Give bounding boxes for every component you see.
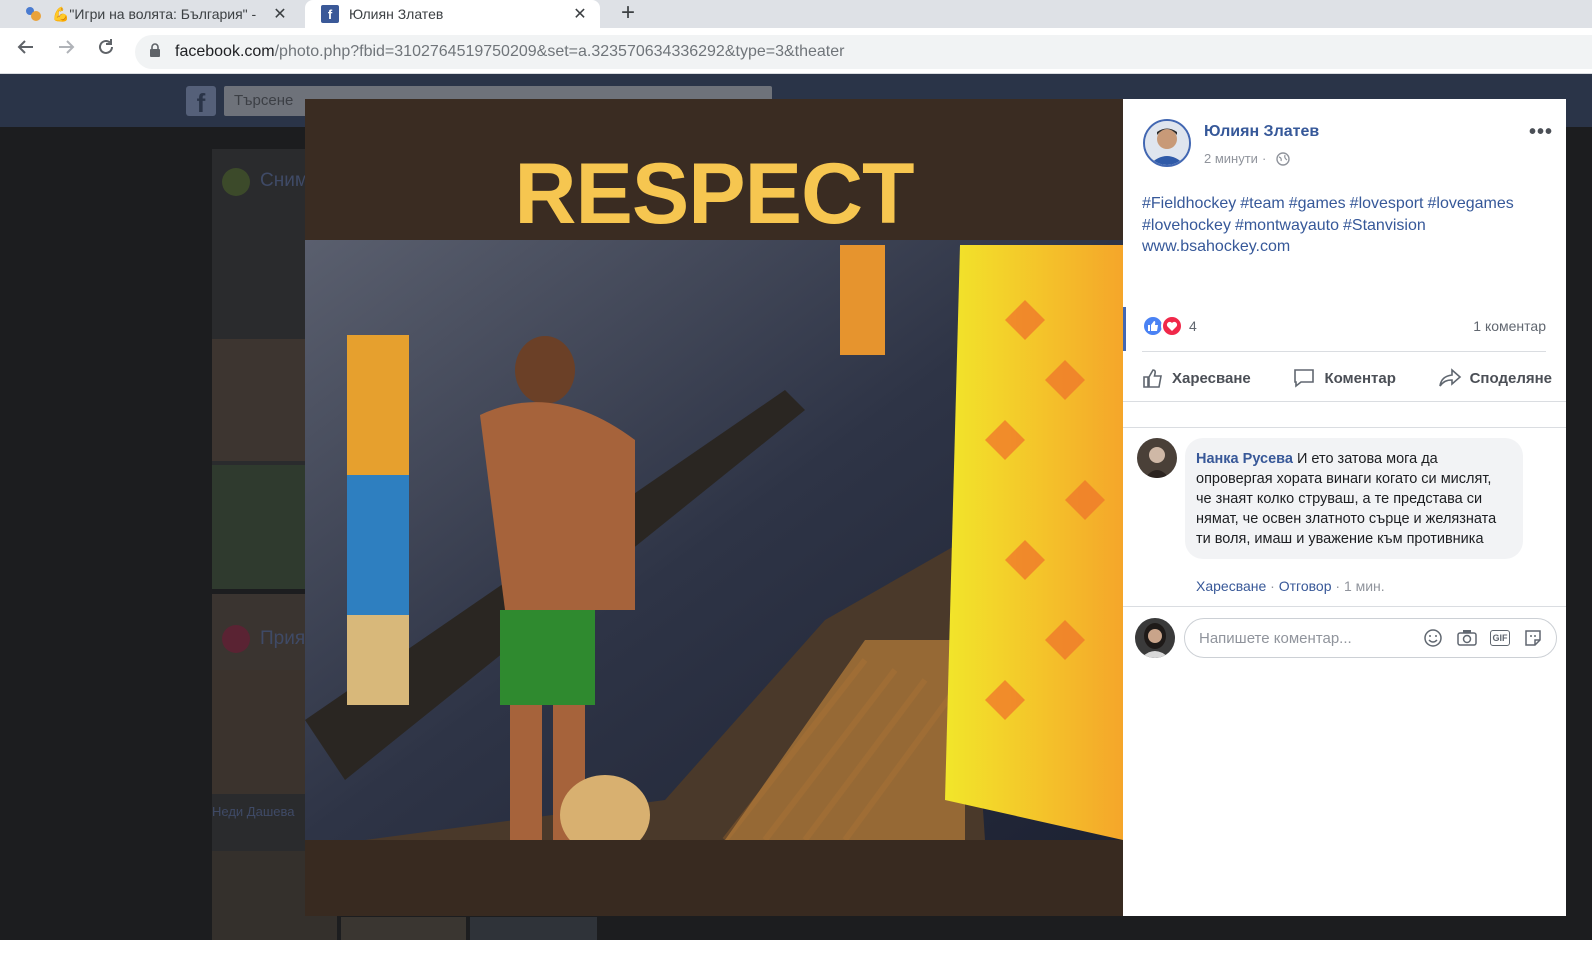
post-timestamp[interactable]: 2 минути · bbox=[1204, 151, 1290, 166]
reaction-count: 4 bbox=[1189, 318, 1197, 334]
hashtag-link[interactable]: #Fieldhockey bbox=[1142, 195, 1236, 212]
commenter-avatar[interactable] bbox=[1137, 438, 1177, 478]
url-domain: facebook.com bbox=[175, 43, 275, 60]
comment-input[interactable]: Напишете коментар... GIF bbox=[1184, 618, 1557, 658]
bg-thumbnail bbox=[470, 917, 597, 941]
reactions-summary[interactable]: 4 1 коментар bbox=[1142, 313, 1546, 339]
author-avatar[interactable] bbox=[1143, 119, 1191, 167]
dot-separator: · bbox=[1335, 578, 1344, 594]
bg-section-label: Сним bbox=[260, 170, 308, 191]
dot-separator: · bbox=[1261, 151, 1267, 166]
comment-button[interactable]: Коментар bbox=[1292, 367, 1396, 389]
photo-scene-image bbox=[305, 240, 1123, 875]
love-reaction-icon bbox=[1161, 315, 1183, 337]
post-time-text: 2 минути bbox=[1204, 151, 1258, 166]
divider bbox=[1123, 606, 1566, 607]
comment-button-label: Коментар bbox=[1324, 369, 1396, 387]
browser-tab-strip: 💪"Игри на волята: България" - ✕ f Юлиян … bbox=[0, 0, 1592, 28]
comment-count-link[interactable]: 1 коментар bbox=[1473, 318, 1546, 334]
bg-friend-photo bbox=[212, 670, 305, 794]
comment-meta: Харесване · Отговор · 1 мин. bbox=[1196, 578, 1385, 594]
comment-reply-link[interactable]: Отговор bbox=[1279, 578, 1332, 594]
comment-like-link[interactable]: Харесване bbox=[1196, 578, 1266, 594]
comment-composer: Напишете коментар... GIF bbox=[1135, 617, 1559, 659]
hashtag-link[interactable]: #lovehockey bbox=[1142, 217, 1231, 234]
browser-bottom-edge bbox=[0, 940, 1592, 967]
post-header: Юлиян Златев 2 минути · ••• bbox=[1143, 119, 1553, 179]
comment-input-placeholder: Напишете коментар... bbox=[1199, 629, 1352, 647]
facebook-logo-icon: f bbox=[186, 86, 216, 118]
tab-close-icon[interactable]: ✕ bbox=[568, 4, 592, 24]
share-button[interactable]: Споделяне bbox=[1438, 367, 1552, 389]
emoji-icon[interactable] bbox=[1422, 627, 1444, 649]
camera-icon[interactable] bbox=[1456, 627, 1478, 649]
tab-title: Юлиян Златев bbox=[349, 6, 444, 22]
hashtag-link[interactable]: #Stanvision bbox=[1343, 217, 1426, 234]
sticker-icon[interactable] bbox=[1522, 627, 1544, 649]
new-tab-button[interactable]: + bbox=[614, 0, 642, 28]
external-link[interactable]: www.bsahockey.com bbox=[1142, 238, 1290, 255]
thumbs-up-icon bbox=[1143, 369, 1162, 388]
comment-bubble: Нанка Русева И ето затова мога да опровер… bbox=[1185, 438, 1523, 559]
bg-friend-name: Неди Дашева bbox=[212, 804, 295, 819]
tab-yuliyan-zlatev[interactable]: f Юлиян Златев ✕ bbox=[305, 0, 600, 28]
facebook-favicon-icon: f bbox=[321, 5, 339, 23]
post-author-name[interactable]: Юлиян Златев bbox=[1204, 123, 1319, 141]
commenter-name[interactable]: Нанка Русева bbox=[1196, 451, 1293, 467]
divider bbox=[1123, 427, 1566, 428]
theater-photo[interactable]: RESPECT bbox=[305, 99, 1123, 916]
gif-icon[interactable]: GIF bbox=[1490, 630, 1510, 646]
tab-favicon-icon bbox=[24, 5, 42, 23]
bg-thumbnail bbox=[212, 339, 305, 461]
divider bbox=[1142, 351, 1546, 352]
browser-toolbar: facebook.com/photo.php?fbid=310276451975… bbox=[0, 28, 1592, 74]
address-bar[interactable]: facebook.com/photo.php?fbid=310276451975… bbox=[135, 35, 1592, 69]
comment-time[interactable]: 1 мин. bbox=[1344, 578, 1385, 594]
share-icon bbox=[1438, 368, 1461, 387]
forward-arrow-icon[interactable] bbox=[53, 37, 79, 63]
lock-icon bbox=[149, 42, 161, 62]
dot-separator: · bbox=[1270, 578, 1279, 594]
tab-title: 💪"Игри на волята: България" - bbox=[52, 5, 257, 22]
post-side-panel: Юлиян Златев 2 минути · ••• #Fieldhockey… bbox=[1123, 99, 1566, 916]
bg-thumbnail bbox=[341, 917, 466, 941]
post-text: #Fieldhockey #team #games #lovesport #lovega… bbox=[1142, 193, 1554, 258]
tab-igri-na-volyata[interactable]: 💪"Игри на волята: България" - ✕ bbox=[0, 0, 300, 28]
like-button-label: Харесване bbox=[1172, 369, 1251, 387]
hashtag-link[interactable]: #lovegames bbox=[1428, 195, 1514, 212]
like-button[interactable]: Харесване bbox=[1142, 367, 1251, 389]
divider bbox=[1123, 401, 1566, 402]
bg-section-label: Прия bbox=[260, 628, 306, 649]
bg-photos-icon bbox=[222, 168, 250, 196]
hashtag-link[interactable]: #team bbox=[1240, 195, 1284, 212]
globe-icon bbox=[1276, 151, 1290, 166]
back-arrow-icon[interactable] bbox=[13, 37, 39, 63]
photo-bottom-band bbox=[305, 840, 1123, 916]
tab-close-icon[interactable]: ✕ bbox=[268, 4, 292, 24]
more-options-button[interactable]: ••• bbox=[1529, 121, 1553, 144]
reload-icon[interactable] bbox=[93, 37, 119, 63]
focus-indicator bbox=[1123, 307, 1126, 351]
bg-friends-icon bbox=[222, 625, 250, 653]
bg-thumbnail bbox=[212, 465, 305, 589]
current-user-avatar bbox=[1135, 618, 1175, 658]
share-button-label: Споделяне bbox=[1469, 369, 1552, 387]
photo-banner-text: RESPECT bbox=[514, 146, 914, 242]
hashtag-link[interactable]: #lovesport bbox=[1350, 195, 1424, 212]
url-path: /photo.php?fbid=3102764519750209&set=a.3… bbox=[274, 43, 845, 60]
hashtag-link[interactable]: #games bbox=[1289, 195, 1346, 212]
comment-icon bbox=[1294, 369, 1315, 388]
post-actions: Харесване Коментар Споделяне bbox=[1142, 362, 1552, 394]
hashtag-link[interactable]: #montwayauto bbox=[1235, 217, 1339, 234]
